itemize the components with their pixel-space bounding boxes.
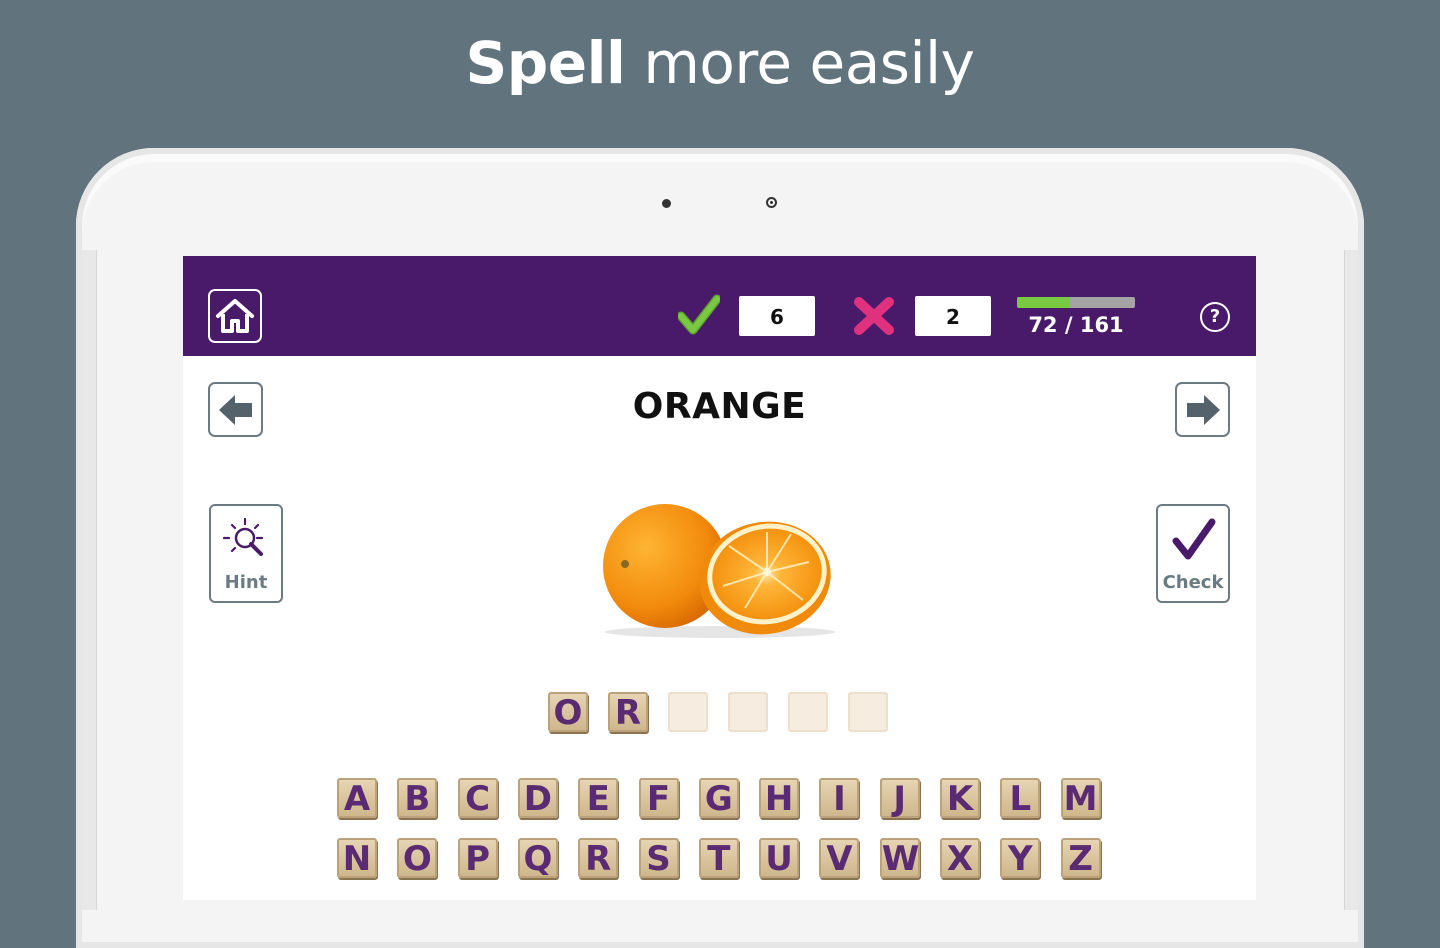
letter-key-p[interactable]: P [457, 838, 498, 878]
check-label: Check [1162, 572, 1224, 593]
letter-key-j[interactable]: J [879, 778, 920, 818]
answer-slot-letter[interactable]: R [608, 692, 648, 732]
wrong-count: 2 [915, 296, 991, 336]
lightbulb-icon [223, 517, 264, 556]
letter-key-k[interactable]: K [940, 778, 980, 818]
answer-slot-empty[interactable] [788, 692, 828, 732]
headline-light: more easily [643, 29, 975, 97]
letter-key-c[interactable]: C [457, 778, 498, 818]
letter-key-h[interactable]: H [759, 778, 800, 818]
hint-button[interactable]: Hint [209, 504, 283, 603]
tablet-side-right [1344, 250, 1359, 910]
progress-text: 72 / 161 [1028, 313, 1124, 337]
letter-key-q[interactable]: Q [517, 838, 558, 878]
headline: Spell more easily [0, 28, 1440, 98]
letter-key-a[interactable]: A [337, 778, 377, 818]
answer-slot-empty[interactable] [728, 692, 768, 732]
letter-key-d[interactable]: D [517, 778, 558, 818]
progress-bar [1017, 297, 1135, 308]
letter-key-b[interactable]: B [397, 778, 438, 818]
wrong-cross-icon [854, 297, 894, 335]
hint-label: Hint [224, 572, 268, 593]
orange-picture [603, 504, 835, 638]
letter-key-l[interactable]: L [1000, 778, 1041, 818]
letter-key-u[interactable]: U [759, 838, 800, 878]
answer-slot-letter[interactable]: O [548, 692, 588, 732]
headline-bold: Spell [465, 29, 626, 97]
correct-checkmark-icon [678, 294, 720, 335]
letter-key-g[interactable]: G [698, 778, 739, 818]
letter-key-r[interactable]: R [578, 838, 619, 878]
home-button[interactable] [208, 289, 262, 343]
letter-key-x[interactable]: X [940, 838, 980, 878]
letter-key-w[interactable]: W [879, 838, 920, 878]
answer-slot-empty[interactable] [668, 692, 708, 732]
top-bar: 6 2 72 / 161 ? [183, 256, 1256, 356]
letter-key-s[interactable]: S [638, 838, 679, 878]
letter-key-v[interactable]: V [819, 838, 860, 878]
answer-slot-empty[interactable] [848, 692, 888, 732]
target-word: ORANGE [632, 386, 807, 427]
app-screen: 6 2 72 / 161 ? ORANGE Hint Check O R A B… [183, 256, 1256, 900]
progress-fill [1017, 297, 1070, 308]
home-icon [216, 299, 254, 333]
correct-count: 6 [739, 296, 815, 336]
letter-key-m[interactable]: M [1060, 778, 1101, 818]
tablet-sensor [662, 199, 671, 208]
letter-key-n[interactable]: N [337, 838, 377, 878]
check-button[interactable]: Check [1156, 504, 1230, 603]
tablet-side-left [82, 250, 97, 910]
letter-key-i[interactable]: I [819, 778, 860, 818]
letter-key-t[interactable]: T [698, 838, 739, 878]
help-button[interactable]: ? [1200, 302, 1230, 332]
tablet-camera [766, 197, 777, 208]
letter-key-e[interactable]: E [578, 778, 619, 818]
check-icon [1172, 518, 1216, 560]
letter-key-y[interactable]: Y [1000, 838, 1041, 878]
letter-key-o[interactable]: O [397, 838, 438, 878]
letter-key-f[interactable]: F [638, 778, 679, 818]
letter-key-z[interactable]: Z [1060, 838, 1101, 878]
